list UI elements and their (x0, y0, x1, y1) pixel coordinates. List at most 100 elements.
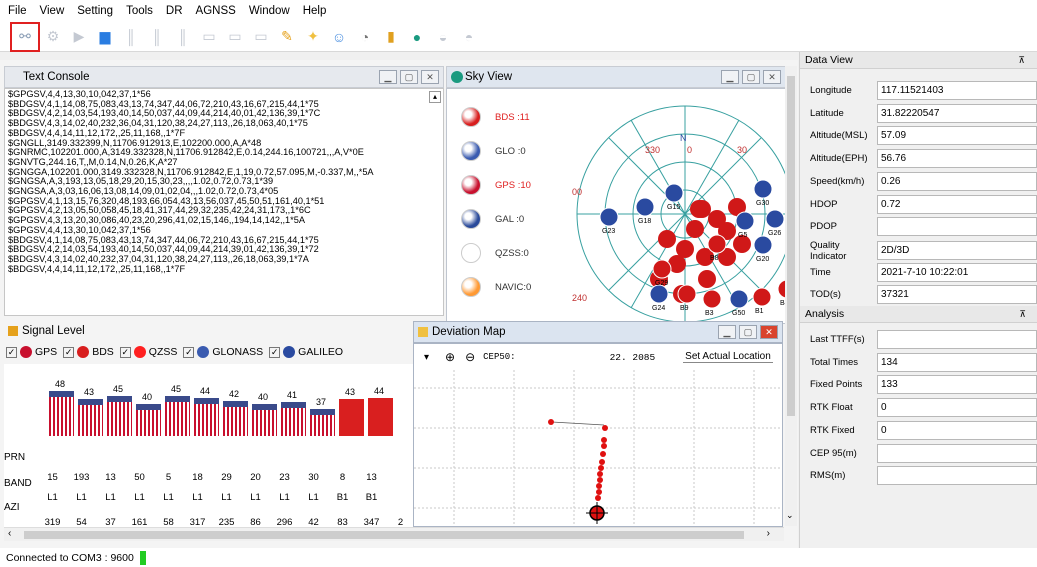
checkbox-icon[interactable]: ✓ (6, 346, 17, 358)
filter-bds[interactable]: ✓ BDS (63, 346, 114, 358)
dropdown-icon[interactable]: ▾ (424, 352, 429, 363)
pin-icon[interactable]: ⊼ (1019, 309, 1026, 320)
dataview-label: Time (810, 266, 831, 278)
dataview-value[interactable] (877, 217, 1037, 237)
tool-a-icon[interactable]: ║ (120, 26, 142, 48)
position-point (596, 489, 602, 495)
zoom-in-icon[interactable]: ⊕ (445, 350, 455, 364)
menu-agnss[interactable]: AGNSS (196, 5, 236, 17)
analysis-value[interactable]: 0 (877, 420, 1037, 440)
filter-label: GPS (35, 346, 58, 358)
band-value: B1 (365, 492, 378, 503)
tool-c-icon[interactable]: ║ (172, 26, 194, 48)
panel-a-icon[interactable]: ▭ (198, 26, 220, 48)
zoom-out-icon[interactable]: ⊖ (465, 350, 475, 364)
satellite-icon (707, 234, 727, 254)
filter-label: GALILEO (298, 346, 344, 358)
connection-indicator (139, 550, 146, 565)
signal-bars-icon[interactable]: ▮ (380, 26, 402, 48)
connect-icon[interactable]: ⚯ (10, 21, 40, 52)
maximize-button[interactable]: ▢ (742, 70, 760, 84)
analysis-value[interactable]: 0 (877, 398, 1037, 418)
dataview-value[interactable]: 57.09 (877, 126, 1037, 146)
scroll-right-icon[interactable]: › (767, 528, 770, 539)
car-icon[interactable]: ◒ (432, 26, 454, 48)
minimize-button[interactable]: ▁ (379, 70, 397, 84)
dataview-value[interactable]: 37321 (877, 285, 1037, 305)
signal-bar (49, 391, 74, 436)
play-icon[interactable]: ▶ (68, 26, 90, 48)
filter-label: QZSS (148, 346, 178, 358)
dataview-row: HDOP 0.72 (810, 194, 1037, 214)
close-button[interactable]: ✕ (763, 70, 781, 84)
position-point (595, 495, 601, 501)
analysis-value[interactable] (877, 330, 1037, 349)
users-icon[interactable]: ☺ (328, 26, 350, 48)
scroll-left-icon[interactable]: ‹ (8, 528, 11, 539)
filter-gps[interactable]: ✓ GPS (6, 346, 57, 358)
panel-c-icon[interactable]: ▭ (250, 26, 272, 48)
position-point (601, 443, 607, 449)
signal-bar (107, 396, 132, 436)
satellite-label: B1 (755, 308, 764, 315)
analysis-label: Last TTFF(s) (810, 334, 865, 345)
checkbox-icon[interactable]: ✓ (269, 346, 281, 358)
filter-glonass[interactable]: ✓ GLONASS (183, 346, 263, 358)
analysis-value[interactable]: 134 (877, 352, 1037, 372)
analysis-value[interactable] (877, 443, 1037, 463)
horizontal-scrollbar[interactable]: ‹ › (4, 527, 784, 541)
save-icon[interactable]: ▆ (94, 26, 116, 48)
dataview-label: PDOP (810, 221, 837, 233)
filter-galileo[interactable]: ✓ GALILEO (269, 346, 343, 358)
filter-qzss[interactable]: ✓ QZSS (119, 346, 178, 358)
vertical-scrollbar[interactable]: ⌄ (785, 66, 797, 526)
text-console[interactable]: $GPGSV,4,4,13,30,10,042,37,1*56 $BDGSV,4,… (4, 88, 444, 316)
dataview-value[interactable]: 0.26 (877, 171, 1037, 191)
settings-icon[interactable]: ⚙ (42, 26, 64, 48)
checkbox-icon[interactable]: ✓ (119, 346, 131, 358)
analysis-value[interactable] (877, 466, 1037, 486)
menu-help[interactable]: Help (303, 5, 327, 17)
menu-setting[interactable]: Setting (77, 5, 113, 17)
vehicle-icon[interactable]: ◓ (458, 26, 480, 48)
pin-icon[interactable]: ⊼ (1018, 55, 1025, 66)
bulb-icon[interactable]: ✦ (302, 26, 324, 48)
compass-00: 00 (572, 187, 583, 197)
analysis-value[interactable]: 133 (877, 375, 1037, 395)
dataview-row: Longitude 117.11521403 (810, 81, 1037, 100)
tool-b-icon[interactable]: ║ (146, 26, 168, 48)
dataview-value[interactable]: 0.72 (877, 194, 1037, 214)
menu-window[interactable]: Window (249, 5, 290, 17)
satellite-label: G20 (756, 256, 769, 263)
snr-label: 44 (200, 385, 211, 396)
dataview-value[interactable]: 31.82220547 (877, 103, 1037, 123)
set-actual-location-button[interactable]: Set Actual Location (683, 351, 773, 363)
dataview-value[interactable]: 2021-7-10 10:22:01 (877, 262, 1037, 282)
signal-bar (368, 397, 393, 436)
dataview-value[interactable]: 2D/3D (877, 241, 1037, 261)
globe-icon[interactable]: ● (406, 26, 428, 48)
clock-icon[interactable]: ◔ (354, 26, 376, 48)
satellite-label: G24 (652, 305, 665, 312)
dataview-value[interactable]: 56.76 (877, 149, 1037, 169)
menu-tools[interactable]: Tools (126, 5, 153, 17)
minimize-button[interactable]: ▁ (718, 325, 736, 339)
panel-b-icon[interactable]: ▭ (224, 26, 246, 48)
band-label: BAND (4, 478, 32, 489)
menu-view[interactable]: View (40, 5, 65, 17)
dataview-value[interactable]: 117.11521403 (877, 81, 1037, 100)
console-scrollbar[interactable]: ▴ (429, 91, 441, 103)
close-button[interactable]: ✕ (760, 325, 778, 339)
menu-file[interactable]: File (8, 5, 27, 17)
menu-dr[interactable]: DR (166, 5, 183, 17)
maximize-button[interactable]: ▢ (739, 325, 757, 339)
close-button[interactable]: ✕ (421, 70, 439, 84)
maximize-button[interactable]: ▢ (400, 70, 418, 84)
satellite-dot (698, 270, 716, 288)
snr-label: 41 (287, 390, 298, 401)
checkbox-icon[interactable]: ✓ (183, 346, 195, 358)
checkbox-icon[interactable]: ✓ (63, 346, 75, 358)
dataview-label: Latitude (810, 107, 844, 119)
broom-icon[interactable]: ✎ (276, 26, 298, 48)
minimize-button[interactable]: ▁ (721, 70, 739, 84)
